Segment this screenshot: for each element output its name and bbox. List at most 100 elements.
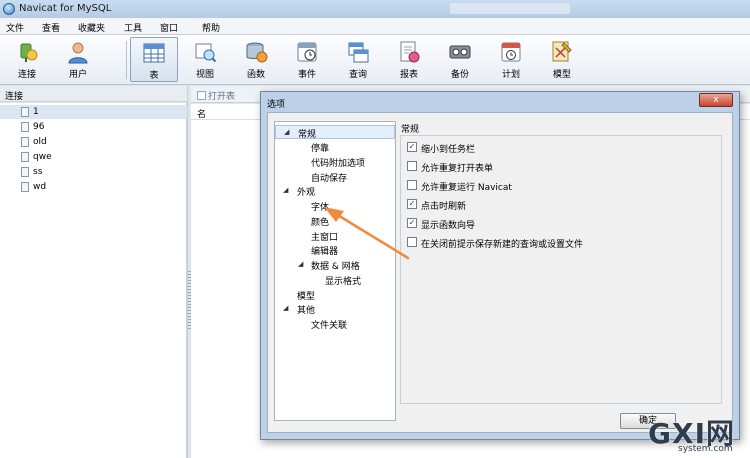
menu-view[interactable]: 查看 [42, 21, 60, 34]
connection-item[interactable]: wd [0, 180, 187, 194]
toolbar-backup-button[interactable]: 备份 [436, 37, 484, 82]
model-icon [552, 41, 572, 62]
toolbar-label: 备份 [450, 70, 469, 80]
window-title: Navicat for MySQL [19, 3, 112, 14]
tree-item-color[interactable]: 颜色 [275, 214, 395, 228]
checkbox-unchecked-icon[interactable] [407, 237, 417, 247]
toolbar-model-button[interactable]: 模型 [538, 37, 586, 82]
tree-item-file-association[interactable]: 文件关联 [275, 317, 395, 331]
options-dialog: 选项 x ◢ 常规 停靠 代码附加选项 自动保存 ◢ 外观 字体 颜色 主窗口 … [260, 91, 740, 440]
database-icon [21, 152, 29, 162]
connections-header-label: 连接 [5, 92, 24, 102]
dialog-close-button[interactable]: x [699, 93, 733, 107]
checkbox-unchecked-icon[interactable] [407, 161, 417, 171]
user-icon [68, 42, 88, 64]
tree-item-main-window[interactable]: 主窗口 [275, 229, 395, 243]
connection-item[interactable]: old [0, 135, 187, 149]
tree-item-autosave[interactable]: 自动保存 [275, 170, 395, 184]
option-refresh-on-click[interactable]: ✓ 点击时刷新 [407, 198, 707, 212]
option-allow-duplicate-forms[interactable]: 允许重复打开表单 [407, 160, 707, 174]
toolbar-connection-button[interactable]: 连接 [3, 37, 51, 82]
database-icon [21, 167, 29, 177]
database-icon [21, 122, 29, 132]
tree-item-general[interactable]: ◢ 常规 [275, 125, 395, 140]
tree-item-docking[interactable]: 停靠 [275, 140, 395, 154]
connection-label: ss [33, 167, 43, 177]
menu-file[interactable]: 文件 [6, 21, 24, 34]
report-icon [400, 41, 420, 63]
menu-window[interactable]: 窗口 [160, 21, 178, 34]
tree-item-display-format[interactable]: 显示格式 [275, 273, 395, 287]
open-table-button[interactable]: 打开表 [197, 89, 235, 102]
connection-item[interactable]: 96 [0, 120, 187, 134]
expand-arrow-icon[interactable]: ◢ [283, 304, 288, 312]
tree-item-label: 其他 [297, 306, 316, 316]
connection-label: old [33, 137, 47, 147]
option-allow-multiple-instances[interactable]: 允许重复运行 Navicat [407, 179, 707, 193]
settings-panel: 常规 ✓ 缩小到任务栏 允许重复打开表单 允许重复运行 Navicat ✓ 点击… [399, 121, 723, 404]
connections-tree: 1 96 old qwe ss wd [0, 103, 187, 458]
tree-item-appearance[interactable]: ◢ 外观 [275, 184, 395, 198]
toolbar-label: 计划 [501, 70, 520, 80]
tree-item-font[interactable]: 字体 [275, 199, 395, 213]
toolbar-view-button[interactable]: 视图 [181, 37, 229, 82]
toolbar-label: 事件 [297, 70, 316, 80]
database-icon [21, 137, 29, 147]
checkbox-checked-icon[interactable]: ✓ [407, 142, 417, 152]
toolbar-label: 用户 [68, 70, 87, 80]
tree-item-label: 自动保存 [311, 174, 348, 184]
tree-item-other[interactable]: ◢ 其他 [275, 302, 395, 316]
connection-item[interactable]: 1 [0, 105, 187, 119]
toolbar-function-button[interactable]: 函数 [232, 37, 280, 82]
expand-arrow-icon[interactable]: ◢ [284, 128, 289, 136]
menu-bar: 文件 查看 收藏夹 工具 窗口 帮助 [0, 18, 750, 35]
tree-item-label: 文件关联 [311, 321, 348, 331]
toolbar-label: 函数 [246, 70, 265, 80]
option-label: 缩小到任务栏 [421, 145, 476, 155]
tree-item-label: 外观 [297, 188, 316, 198]
toolbar-schedule-button[interactable]: 计划 [487, 37, 535, 82]
checkbox-checked-icon[interactable]: ✓ [407, 199, 417, 209]
menu-help[interactable]: 帮助 [202, 21, 220, 34]
watermark-site: system.com [678, 444, 733, 454]
toolbar-user-button[interactable]: 用户 [54, 37, 102, 82]
expand-arrow-icon[interactable]: ◢ [298, 260, 303, 268]
open-table-label: 打开表 [208, 92, 236, 102]
connection-item[interactable]: ss [0, 165, 187, 179]
option-show-function-wizard[interactable]: ✓ 显示函数向导 [407, 217, 707, 231]
menu-tools[interactable]: 工具 [124, 21, 142, 34]
connection-item[interactable]: qwe [0, 150, 187, 164]
tree-item-label: 数据 & 网格 [311, 262, 360, 272]
function-icon [246, 42, 268, 63]
window-titlebar: Navicat for MySQL [0, 0, 750, 18]
expand-arrow-icon[interactable]: ◢ [283, 186, 288, 194]
column-header-name[interactable]: 名 [197, 107, 206, 120]
tree-item-label: 模型 [297, 292, 316, 302]
navicat-app-icon [3, 3, 15, 15]
toolbar-label: 报表 [399, 70, 418, 80]
toolbar-event-button[interactable]: 事件 [283, 37, 331, 82]
tree-item-model[interactable]: 模型 [275, 288, 395, 302]
view-icon [195, 43, 217, 63]
tree-item-editor[interactable]: 编辑器 [275, 243, 395, 257]
tree-item-label: 编辑器 [311, 247, 339, 257]
checkbox-unchecked-icon[interactable] [407, 180, 417, 190]
backup-icon [449, 45, 471, 59]
toolbar-query-button[interactable]: 查询 [334, 37, 382, 82]
option-label: 在关闭前提示保存新建的查询或设置文件 [421, 240, 584, 250]
tree-item-code-options[interactable]: 代码附加选项 [275, 155, 395, 169]
dialog-body: ◢ 常规 停靠 代码附加选项 自动保存 ◢ 外观 字体 颜色 主窗口 编辑器 ◢… [267, 112, 733, 433]
tree-item-label: 停靠 [311, 144, 330, 154]
connection-label: 96 [33, 122, 45, 132]
option-minimize-to-tray[interactable]: ✓ 缩小到任务栏 [407, 141, 707, 155]
tree-item-label: 颜色 [311, 218, 330, 228]
settings-section-title: 常规 [401, 125, 420, 135]
toolbar-report-button[interactable]: 报表 [385, 37, 433, 82]
tree-item-data-grid[interactable]: ◢ 数据 & 网格 [275, 258, 395, 272]
checkbox-checked-icon[interactable]: ✓ [407, 218, 417, 228]
option-prompt-save-on-close[interactable]: 在关闭前提示保存新建的查询或设置文件 [407, 236, 707, 250]
toolbar-separator [126, 41, 127, 79]
table-icon [143, 43, 165, 63]
menu-favorites[interactable]: 收藏夹 [78, 21, 105, 34]
toolbar-table-button[interactable]: 表 [130, 37, 178, 82]
